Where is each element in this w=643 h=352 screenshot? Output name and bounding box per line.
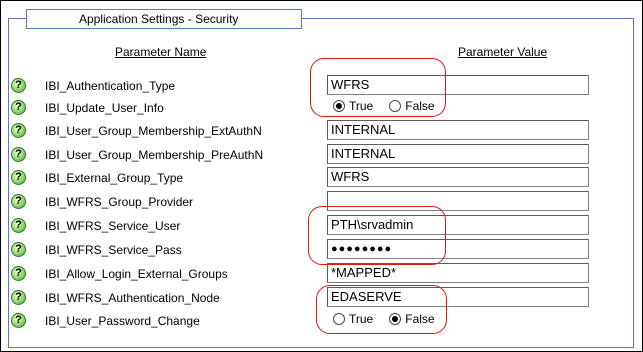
param-name: IBI_User_Password_Change [45, 314, 200, 328]
help-icon[interactable]: ? [11, 218, 26, 233]
highlight-annotation [316, 285, 447, 334]
help-icon[interactable]: ? [11, 100, 26, 115]
param-row-allow-login-external-groups: ? IBI_Allow_Login_External_Groups *MAPPE… [0, 263, 643, 287]
param-row-external-group-type: ? IBI_External_Group_Type WFRS [0, 167, 643, 191]
help-icon[interactable]: ? [11, 147, 26, 162]
param-name: IBI_WFRS_Group_Provider [45, 195, 194, 209]
param-name: IBI_WFRS_Authentication_Node [45, 291, 220, 305]
parameter-value-header: Parameter Value [458, 45, 548, 59]
param-name: IBI_User_Group_Membership_PreAuthN [45, 148, 264, 162]
param-name: IBI_WFRS_Service_Pass [45, 243, 182, 257]
param-name: IBI_Authentication_Type [45, 79, 176, 93]
group-membership-extauthn-input[interactable]: INTERNAL [327, 120, 589, 140]
param-name: IBI_Update_User_Info [45, 101, 164, 115]
external-group-type-input[interactable]: WFRS [327, 167, 589, 187]
help-icon[interactable]: ? [11, 242, 26, 257]
param-name: IBI_Allow_Login_External_Groups [45, 267, 228, 281]
help-icon[interactable]: ? [11, 194, 26, 209]
help-icon[interactable]: ? [11, 170, 26, 185]
param-name: IBI_WFRS_Service_User [45, 219, 181, 233]
highlight-annotation [308, 206, 446, 265]
section-title: Application Settings - Security [26, 9, 302, 29]
param-name: IBI_User_Group_Membership_ExtAuthN [45, 124, 262, 138]
help-icon[interactable]: ? [11, 266, 26, 281]
param-name: IBI_External_Group_Type [45, 171, 184, 185]
allow-login-external-groups-input[interactable]: *MAPPED* [327, 263, 589, 283]
help-icon[interactable]: ? [11, 313, 26, 328]
group-membership-preauthn-input[interactable]: INTERNAL [327, 144, 589, 164]
parameter-name-header: Parameter Name [115, 45, 207, 59]
param-row-group-membership-preauthn: ? IBI_User_Group_Membership_PreAuthN INT… [0, 144, 643, 168]
param-row-group-membership-extauthn: ? IBI_User_Group_Membership_ExtAuthN INT… [0, 120, 643, 144]
help-icon[interactable]: ? [11, 78, 26, 93]
highlight-annotation [310, 58, 446, 117]
help-icon[interactable]: ? [11, 123, 26, 138]
help-icon[interactable]: ? [11, 290, 26, 305]
